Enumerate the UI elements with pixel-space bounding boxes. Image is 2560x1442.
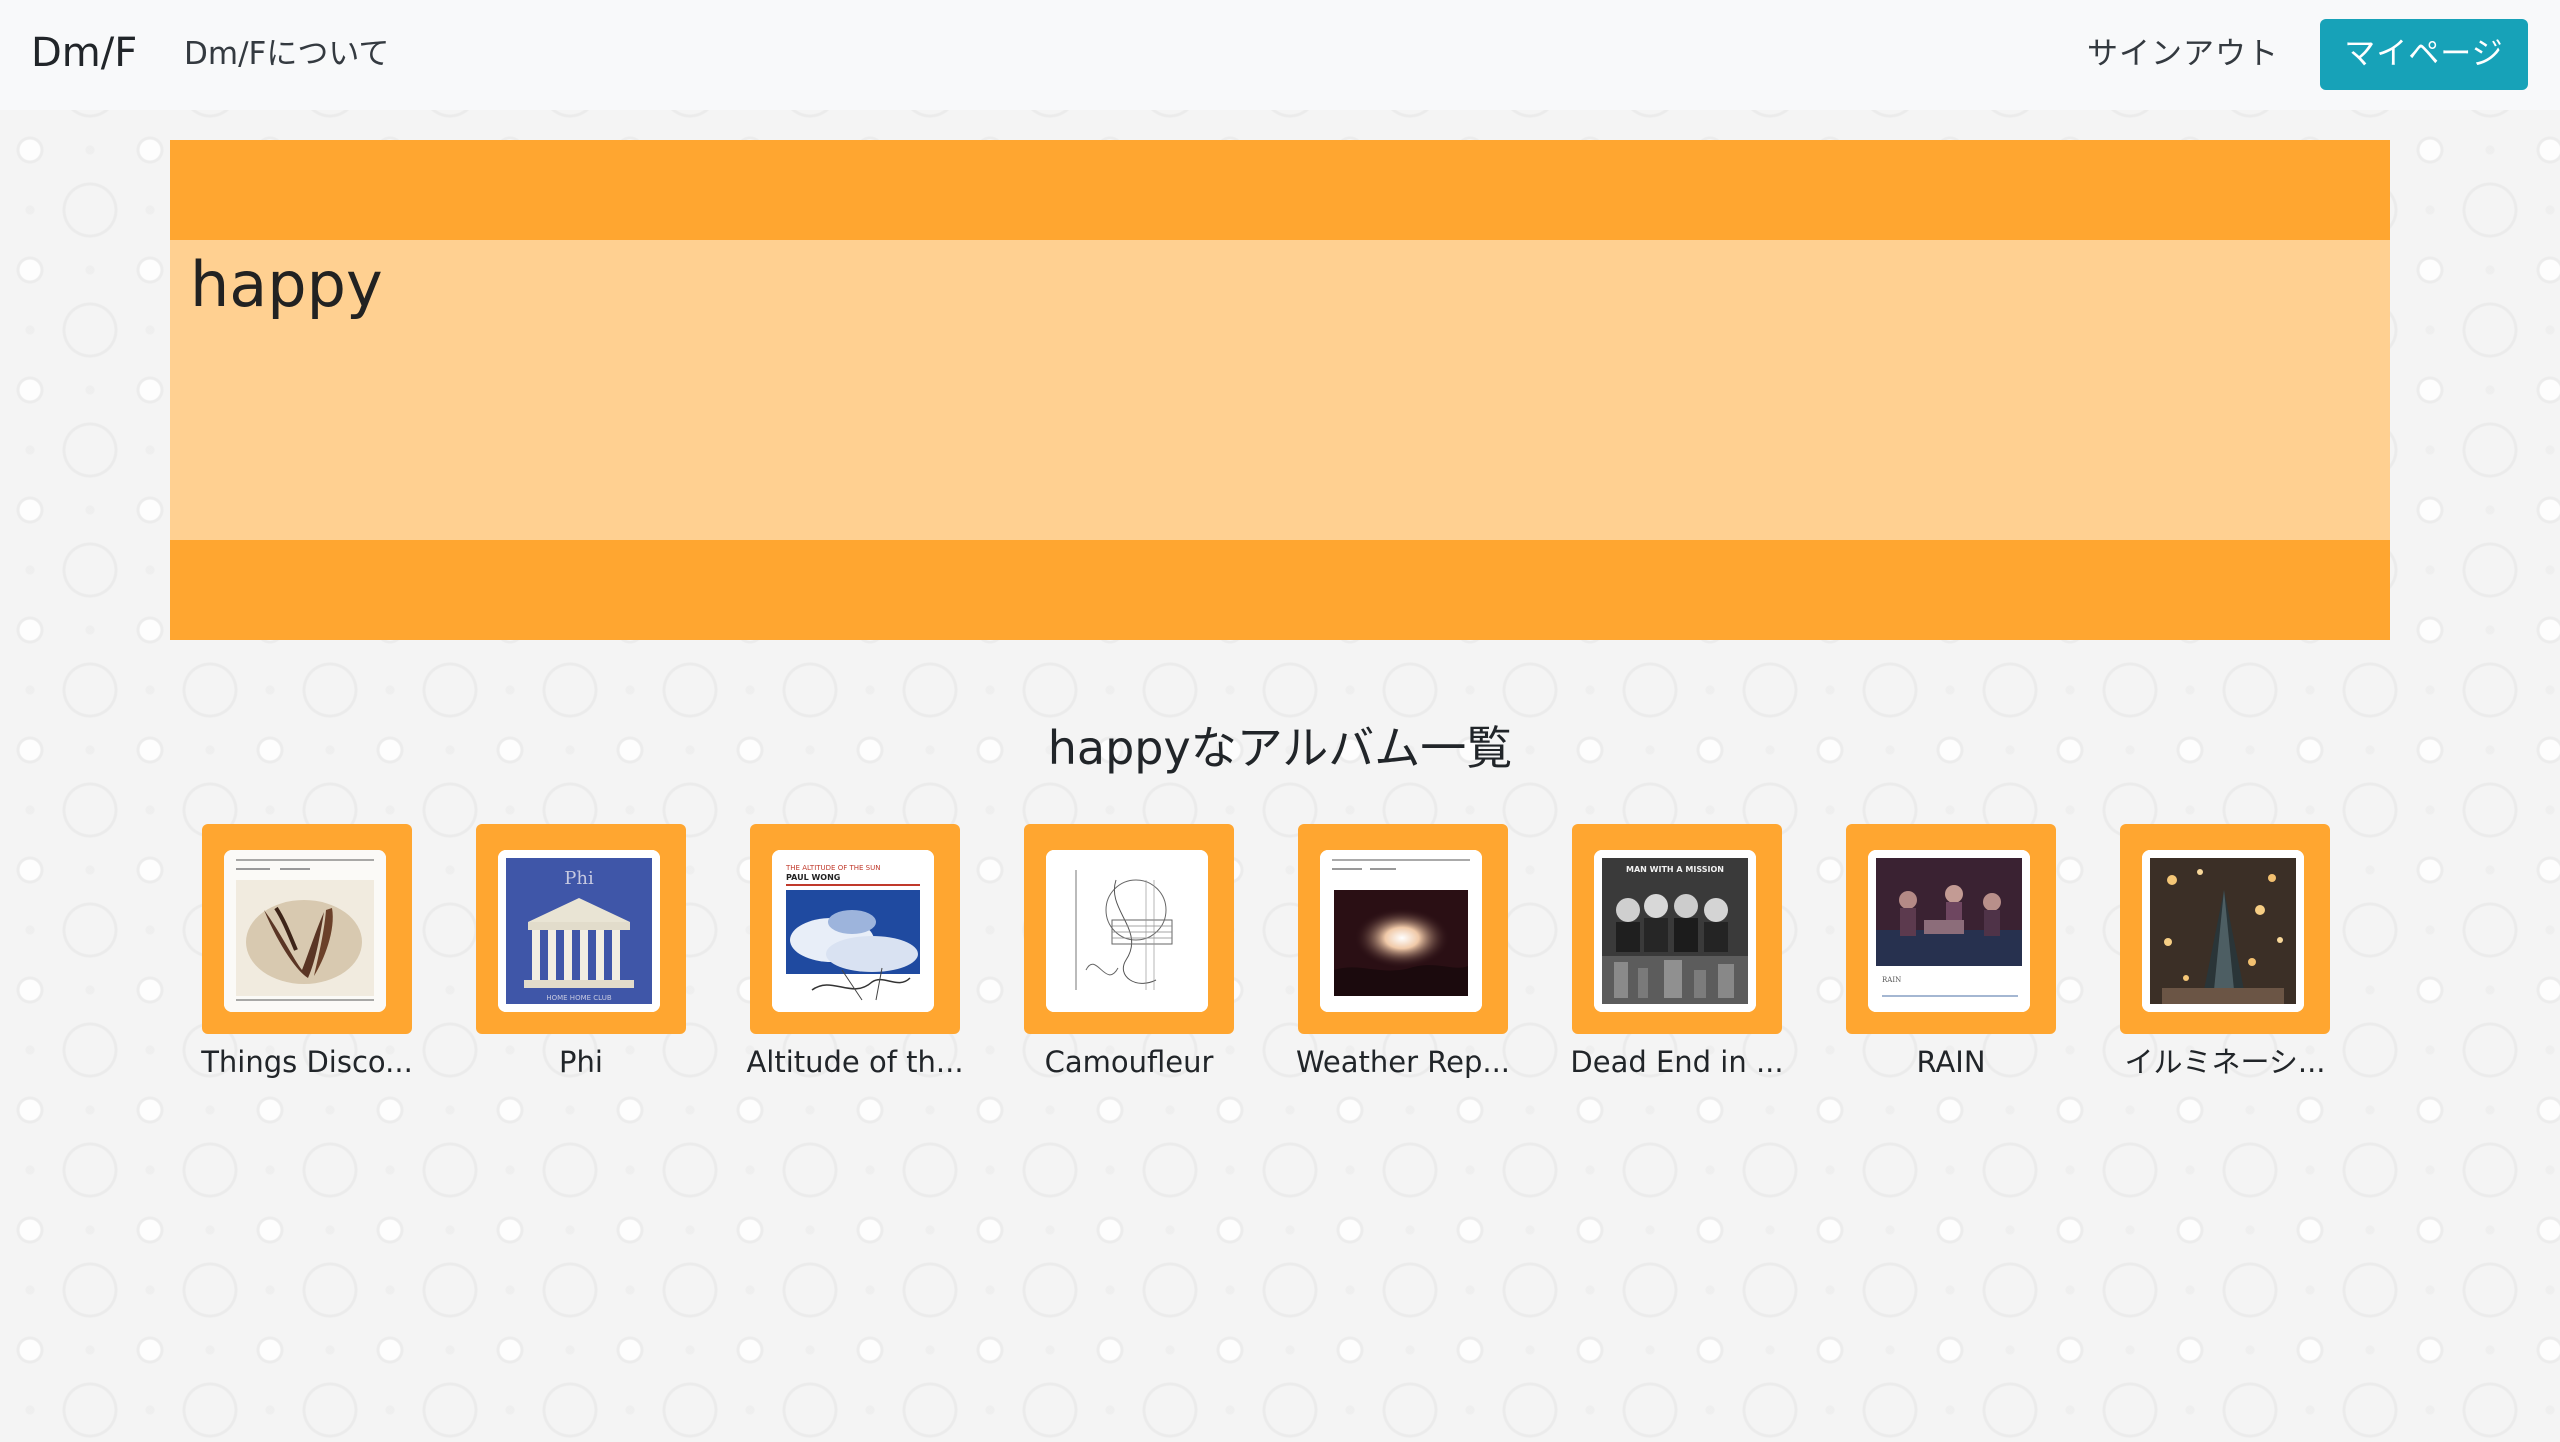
hero-banner: happy [170, 140, 2390, 640]
album-frame[interactable] [1024, 824, 1234, 1034]
album-cover-art [224, 850, 386, 1012]
album-cover[interactable] [1046, 850, 1208, 1012]
navbar: Dm/F Dm/Fについて サインアウト マイページ [0, 0, 2560, 110]
album-frame[interactable]: RAIN [1846, 824, 2056, 1034]
signout-link[interactable]: サインアウト [2087, 32, 2279, 76]
svg-text:RAIN: RAIN [1882, 976, 1901, 984]
album-title[interactable]: Dead End in ... [1547, 1040, 1807, 1084]
album-frame[interactable]: THE ALTITUDE OF THE SUN PAUL WONG [750, 824, 960, 1034]
album-cover-art: THE ALTITUDE OF THE SUN PAUL WONG [772, 850, 934, 1012]
album-cover[interactable] [1320, 850, 1482, 1012]
album-title[interactable]: Altitude of th... [725, 1040, 985, 1084]
album-cover-text: MAN WITH A MISSION [1626, 865, 1724, 874]
album-cover[interactable] [224, 850, 386, 1012]
album-cover-caption: PAUL WONG [786, 873, 840, 882]
album-cover[interactable]: THE ALTITUDE OF THE SUN PAUL WONG [772, 850, 934, 1012]
album-card[interactable]: THE ALTITUDE OF THE SUN PAUL WONG Altitu… [746, 824, 964, 1084]
album-cover-art [1320, 850, 1482, 1012]
album-card[interactable]: Camoufleur [1024, 824, 1234, 1084]
album-cover-caption: HOME HOME CLUB [546, 994, 611, 1002]
album-card[interactable]: MAN WITH A MISSION Dead End in ... [1570, 824, 1784, 1084]
album-cover-art [1046, 850, 1208, 1012]
album-cover-art: RAIN [1868, 850, 2030, 1012]
mood-title: happy [190, 248, 383, 321]
album-title[interactable]: Weather Rep... [1273, 1040, 1533, 1084]
hero-bottom-band [170, 540, 2390, 640]
album-cover-text: Phi [564, 868, 594, 889]
album-frame[interactable]: Phi HOME HOME CLUB [476, 824, 686, 1034]
album-cover[interactable]: Phi HOME HOME CLUB [498, 850, 660, 1012]
album-cover[interactable]: RAIN [1868, 850, 2030, 1012]
album-title[interactable]: RAIN [1821, 1040, 2081, 1084]
album-card[interactable]: イルミネーシ... [2120, 824, 2330, 1084]
album-title[interactable]: Phi [451, 1040, 711, 1084]
album-title[interactable]: Things Disco... [177, 1040, 437, 1084]
hero-middle [170, 240, 2390, 540]
album-cover-text: THE ALTITUDE OF THE SUN [785, 864, 880, 872]
album-title[interactable]: イルミネーシ... [2095, 1040, 2355, 1084]
album-frame[interactable] [2120, 824, 2330, 1034]
album-frame[interactable] [202, 824, 412, 1034]
hero-top-band [170, 140, 2390, 240]
album-card[interactable]: Phi HOME HOME CLUB Phi [476, 824, 686, 1084]
album-card[interactable]: Weather Rep... [1296, 824, 1510, 1084]
albums-heading: happyなアルバム一覧 [1047, 721, 1513, 775]
album-cover-art: Phi HOME HOME CLUB [498, 850, 660, 1012]
album-frame[interactable] [1298, 824, 1508, 1034]
album-cover[interactable] [2142, 850, 2304, 1012]
brand-link[interactable]: Dm/F [31, 25, 137, 81]
album-cover[interactable]: MAN WITH A MISSION [1594, 850, 1756, 1012]
album-frame[interactable]: MAN WITH A MISSION [1572, 824, 1782, 1034]
album-cover-art [2142, 850, 2304, 1012]
mypage-button[interactable]: マイページ [2320, 19, 2528, 90]
album-cover-art: MAN WITH A MISSION [1594, 850, 1756, 1012]
album-card[interactable]: RAIN RAIN [1846, 824, 2056, 1084]
album-title[interactable]: Camoufleur [999, 1040, 1259, 1084]
album-card[interactable]: Things Disco... [201, 824, 413, 1084]
nav-link-about[interactable]: Dm/Fについて [184, 32, 389, 76]
